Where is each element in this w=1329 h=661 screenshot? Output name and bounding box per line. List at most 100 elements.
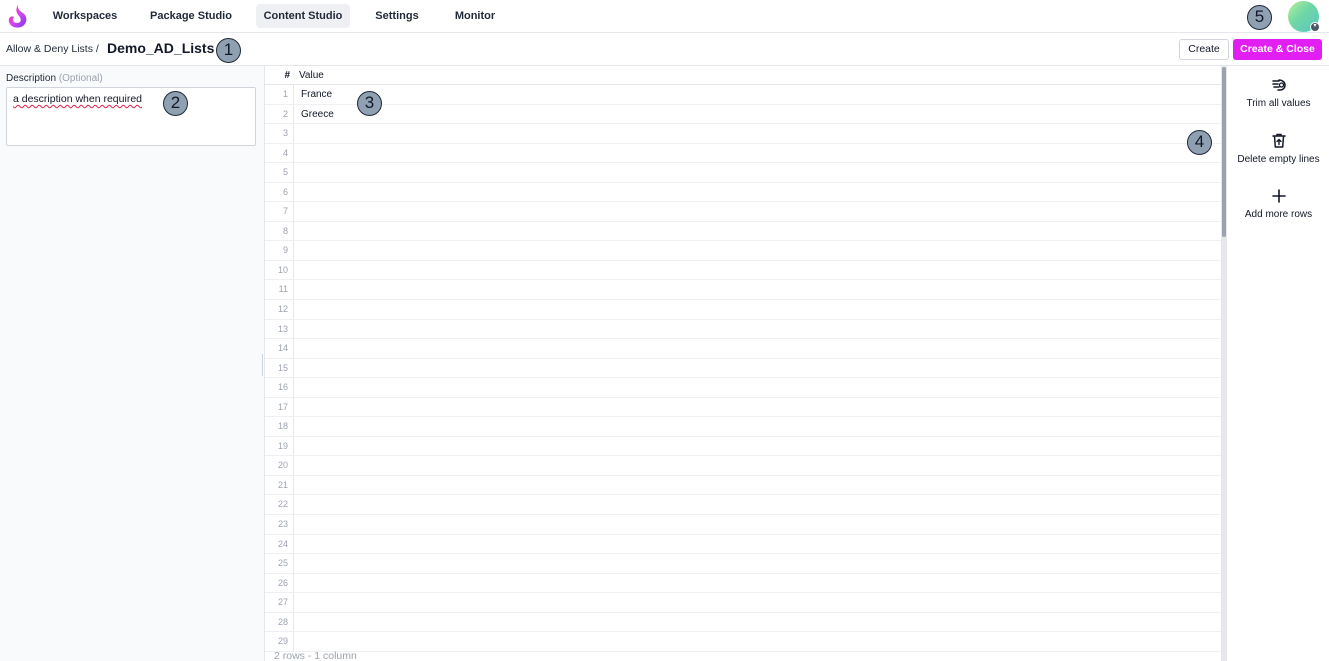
table-row[interactable]: 11 xyxy=(265,280,1221,301)
row-number: 4 xyxy=(265,143,294,163)
table-row[interactable]: 15 xyxy=(265,358,1221,379)
trim-all-values-label: Trim all values xyxy=(1246,98,1311,109)
row-number: 15 xyxy=(265,358,294,378)
add-more-rows-label: Add more rows xyxy=(1244,209,1313,220)
table-row[interactable]: 12 xyxy=(265,300,1221,320)
grid-header-number: # xyxy=(284,70,290,81)
actions-panel: Trim all values Delete empty lines Add m… xyxy=(1226,66,1329,661)
table-row[interactable]: 22 xyxy=(265,495,1221,516)
row-number: 26 xyxy=(265,573,294,593)
description-value: a description when required xyxy=(13,93,142,105)
table-row[interactable]: 18 xyxy=(265,417,1221,437)
nav-package-studio[interactable]: Package Studio xyxy=(142,4,240,28)
description-label: Description (Optional) xyxy=(6,73,103,84)
top-nav: Workspaces Package Studio Content Studio… xyxy=(0,0,1329,33)
nav-content-studio[interactable]: Content Studio xyxy=(256,4,350,28)
table-row[interactable]: 25 xyxy=(265,554,1221,574)
row-number: 12 xyxy=(265,300,294,319)
grid-header: # Value xyxy=(265,66,1221,85)
row-number: 13 xyxy=(265,319,294,339)
description-label-text: Description xyxy=(6,73,57,84)
annotation-badge-5: 5 xyxy=(1247,5,1272,30)
create-and-close-button[interactable]: Create & Close xyxy=(1233,39,1322,60)
row-number: 14 xyxy=(265,339,294,358)
table-row[interactable]: 3 xyxy=(265,124,1221,144)
nav-workspaces[interactable]: Workspaces xyxy=(45,4,125,28)
row-number: 21 xyxy=(265,475,294,495)
table-row[interactable]: 7 xyxy=(265,202,1221,222)
row-number: 28 xyxy=(265,612,294,632)
table-row[interactable]: 20 xyxy=(265,456,1221,476)
table-row[interactable]: 16 xyxy=(265,378,1221,398)
annotation-badge-1: 1 xyxy=(216,38,241,63)
row-number: 20 xyxy=(265,456,294,475)
annotation-badge-3: 3 xyxy=(357,91,382,116)
description-optional-hint: (Optional) xyxy=(58,73,103,84)
table-row[interactable]: 14 xyxy=(265,339,1221,359)
grid-header-value: Value xyxy=(299,70,324,81)
annotation-badge-2: 2 xyxy=(163,91,188,116)
row-number: 25 xyxy=(265,554,294,573)
row-number: 18 xyxy=(265,417,294,436)
trim-hand-icon xyxy=(1271,79,1286,91)
user-avatar[interactable]: ▾ xyxy=(1288,1,1320,32)
table-row[interactable]: 10 xyxy=(265,260,1221,281)
chevron-down-icon[interactable]: ▾ xyxy=(1310,22,1320,32)
nav-settings[interactable]: Settings xyxy=(367,4,427,28)
table-row[interactable]: 21 xyxy=(265,475,1221,496)
description-input[interactable]: a description when required xyxy=(6,87,256,146)
description-panel: Description (Optional) a description whe… xyxy=(0,66,264,661)
trash-icon xyxy=(1271,133,1286,148)
create-button[interactable]: Create xyxy=(1179,39,1229,60)
table-row[interactable]: 17 xyxy=(265,397,1221,418)
nav-monitor[interactable]: Monitor xyxy=(444,4,506,28)
table-row[interactable]: 5 xyxy=(265,163,1221,183)
row-number: 29 xyxy=(265,632,294,651)
table-row[interactable]: 2 Greece xyxy=(265,104,1221,125)
row-number: 27 xyxy=(265,593,294,612)
row-number: 22 xyxy=(265,495,294,515)
delete-empty-lines-button[interactable]: Delete empty lines xyxy=(1227,132,1329,165)
table-row[interactable]: 1 France xyxy=(265,85,1221,105)
plus-icon xyxy=(1271,189,1286,203)
row-number: 9 xyxy=(265,241,294,260)
values-grid: # Value 1 France 2 Greece 3 4 5 6 7 8 9 10 11 12 13 14 1… xyxy=(264,66,1226,661)
table-row[interactable]: 24 xyxy=(265,534,1221,555)
annotation-badge-4: 4 xyxy=(1187,130,1212,155)
table-row[interactable]: 6 xyxy=(265,182,1221,203)
row-number: 10 xyxy=(265,260,294,280)
row-number: 16 xyxy=(265,378,294,397)
table-row[interactable]: 9 xyxy=(265,241,1221,261)
table-row[interactable]: 8 xyxy=(265,221,1221,242)
grid-rows: 1 France 2 Greece 3 4 5 6 7 8 9 10 11 12 13 14 15 16 17 18 1… xyxy=(265,85,1221,652)
add-more-rows-button[interactable]: Add more rows xyxy=(1227,188,1329,220)
row-number: 7 xyxy=(265,202,294,221)
row-number: 1 xyxy=(265,85,294,104)
table-row[interactable]: 13 xyxy=(265,319,1221,340)
table-row[interactable]: 19 xyxy=(265,436,1221,457)
row-value-cell[interactable]: France xyxy=(301,85,332,104)
table-row[interactable]: 28 xyxy=(265,612,1221,633)
row-number: 3 xyxy=(265,124,294,143)
row-number: 6 xyxy=(265,182,294,202)
breadcrumb-parent-link[interactable]: Allow & Deny Lists / xyxy=(6,43,99,55)
row-number: 17 xyxy=(265,397,294,417)
row-value-cell[interactable]: Greece xyxy=(301,105,334,124)
row-number: 23 xyxy=(265,515,294,534)
row-number: 24 xyxy=(265,534,294,554)
delete-empty-lines-label: Delete empty lines xyxy=(1237,154,1320,165)
table-row[interactable]: 27 xyxy=(265,593,1221,613)
grid-status: 2 rows - 1 column xyxy=(274,650,357,661)
table-row[interactable]: 4 xyxy=(265,143,1221,164)
row-number: 19 xyxy=(265,436,294,456)
row-number: 5 xyxy=(265,163,294,182)
table-row[interactable]: 29 xyxy=(265,632,1221,652)
page-title: Demo_AD_Lists xyxy=(107,40,215,56)
trim-all-values-button[interactable]: Trim all values xyxy=(1227,77,1329,109)
table-row[interactable]: 26 xyxy=(265,573,1221,594)
table-row[interactable]: 23 xyxy=(265,515,1221,535)
brand-logo-icon[interactable] xyxy=(7,3,29,29)
row-number: 2 xyxy=(265,104,294,124)
row-number: 11 xyxy=(265,280,294,300)
row-number: 8 xyxy=(265,221,294,241)
